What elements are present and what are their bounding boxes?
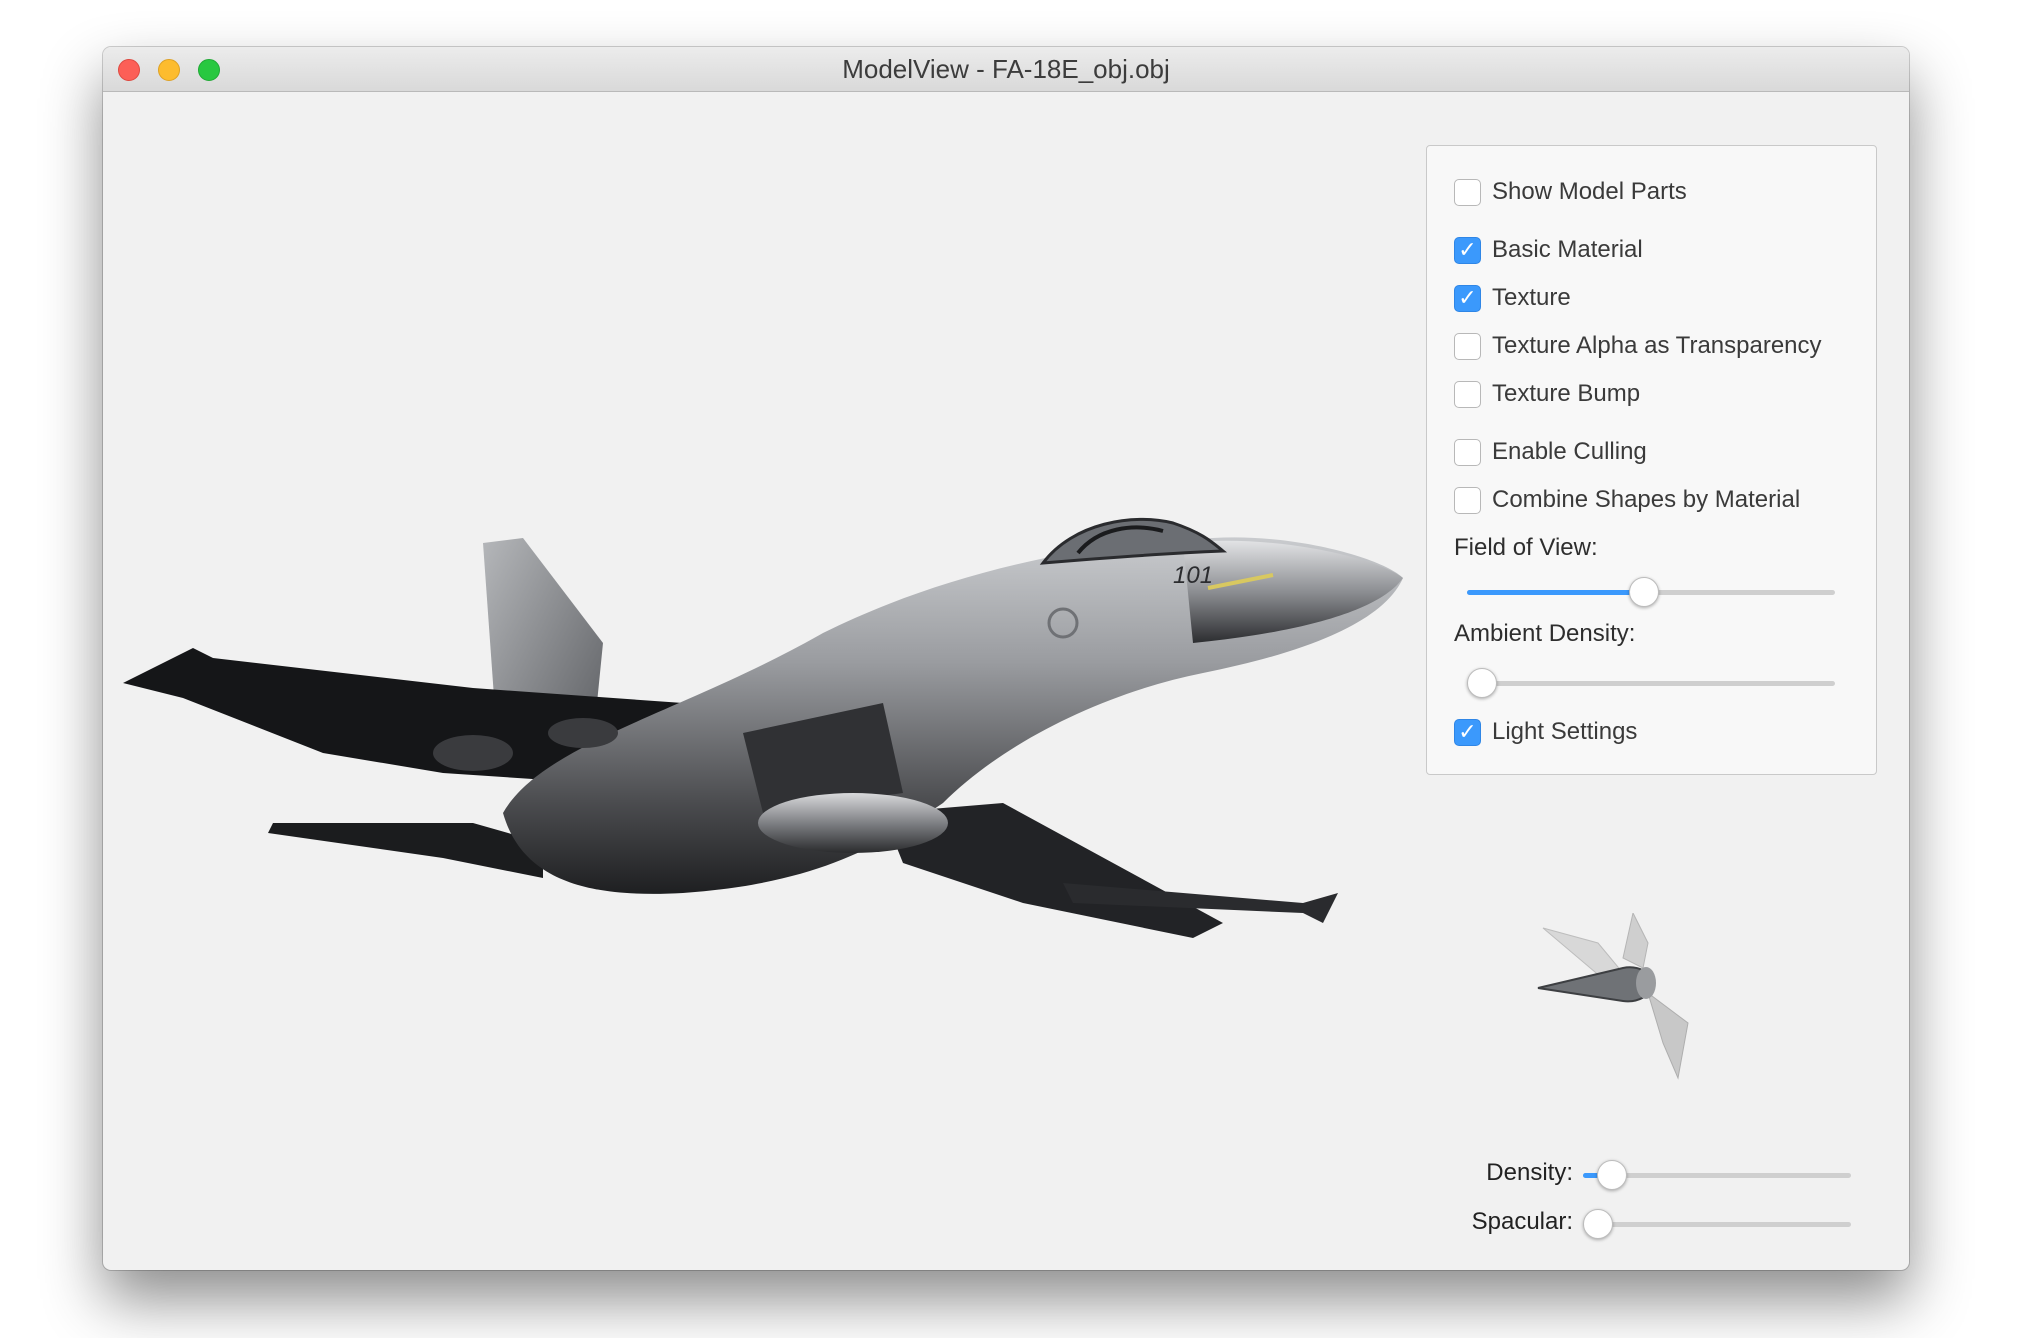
fighter-jet-model[interactable]: 101	[123, 483, 1413, 973]
field-of-view-label: Field of View:	[1454, 534, 1598, 561]
checkmark-icon: ✓	[1458, 237, 1477, 263]
slider-thumb[interactable]	[1597, 1160, 1628, 1190]
checkbox-label: Combine Shapes by Material	[1492, 486, 1801, 513]
texture-alpha-option[interactable]: Texture Alpha as Transparency	[1454, 330, 1822, 362]
svg-text:101: 101	[1173, 562, 1213, 589]
texture-bump-option[interactable]: Texture Bump	[1454, 378, 1640, 410]
density-label: Density:	[1486, 1159, 1573, 1186]
checkbox-label: Texture	[1492, 284, 1571, 311]
light-direction-gizmo[interactable]	[1528, 913, 1728, 1113]
light-settings-option[interactable]: ✓ Light Settings	[1454, 716, 1637, 748]
checkbox-label: Texture Alpha as Transparency	[1492, 332, 1822, 359]
checkbox-label: Enable Culling	[1492, 438, 1647, 465]
checkbox-label: Texture Bump	[1492, 380, 1641, 407]
enable-culling-option[interactable]: Enable Culling	[1454, 436, 1647, 468]
slider-track	[1583, 1222, 1851, 1227]
texture-checkbox[interactable]: ✓	[1454, 284, 1481, 312]
light-settings-checkbox[interactable]: ✓	[1454, 718, 1481, 746]
density-slider[interactable]	[1583, 1158, 1851, 1192]
combine-shapes-option[interactable]: Combine Shapes by Material	[1454, 484, 1800, 516]
specular-slider[interactable]	[1583, 1207, 1851, 1241]
title-bar[interactable]: ModelView - FA-18E_obj.obj	[103, 47, 1909, 92]
show-model-parts-checkbox[interactable]	[1454, 178, 1481, 206]
specular-label: Spacular:	[1471, 1208, 1573, 1235]
window-title: ModelView - FA-18E_obj.obj	[842, 54, 1170, 84]
checkbox-label: Light Settings	[1492, 718, 1638, 745]
render-settings-panel: Show Model Parts ✓ Basic Material ✓ Text…	[1426, 145, 1877, 775]
texture-bump-checkbox[interactable]	[1454, 380, 1481, 408]
ambient-density-slider[interactable]	[1467, 666, 1835, 700]
ambient-density-label: Ambient Density:	[1454, 620, 1636, 647]
checkbox-label: Show Model Parts	[1492, 178, 1687, 205]
enable-culling-checkbox[interactable]	[1454, 438, 1481, 466]
texture-alpha-checkbox[interactable]	[1454, 332, 1481, 360]
slider-track	[1467, 681, 1835, 686]
checkbox-label: Basic Material	[1492, 236, 1643, 263]
show-model-parts-option[interactable]: Show Model Parts	[1454, 176, 1687, 208]
combine-shapes-checkbox[interactable]	[1454, 486, 1481, 514]
slider-fill	[1467, 590, 1644, 595]
checkmark-icon: ✓	[1458, 719, 1477, 745]
slider-thumb[interactable]	[1467, 668, 1497, 698]
basic-material-checkbox[interactable]: ✓	[1454, 236, 1481, 264]
app-window: ModelView - FA-18E_obj.obj 101 Show Mode…	[103, 47, 1909, 1270]
slider-thumb[interactable]	[1583, 1209, 1613, 1239]
basic-material-option[interactable]: ✓ Basic Material	[1454, 234, 1643, 266]
field-of-view-slider[interactable]	[1467, 575, 1835, 609]
texture-option[interactable]: ✓ Texture	[1454, 282, 1571, 314]
checkmark-icon: ✓	[1458, 285, 1477, 311]
slider-thumb[interactable]	[1629, 577, 1660, 607]
